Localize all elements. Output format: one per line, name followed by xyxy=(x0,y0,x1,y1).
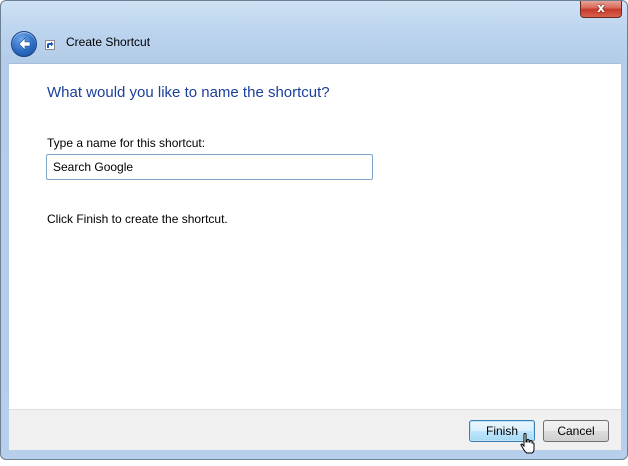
close-icon: x xyxy=(597,1,605,15)
shortcut-name-input[interactable] xyxy=(46,154,373,180)
finish-button[interactable]: Finish xyxy=(469,420,535,442)
window-title: Create Shortcut xyxy=(66,35,151,49)
create-shortcut-window: x Create Shortcut What would you like to… xyxy=(0,0,628,460)
back-button[interactable] xyxy=(11,31,37,57)
cancel-button[interactable]: Cancel xyxy=(543,420,609,442)
wizard-header: Create Shortcut xyxy=(9,29,619,59)
button-bar: Finish Cancel xyxy=(9,409,621,450)
back-arrow-icon xyxy=(18,37,31,51)
shortcut-arrow-icon xyxy=(45,40,55,50)
wizard-content: What would you like to name the shortcut… xyxy=(9,63,621,410)
shortcut-name-label: Type a name for this shortcut: xyxy=(47,136,206,150)
finish-instruction-text: Click Finish to create the shortcut. xyxy=(47,212,228,226)
page-heading: What would you like to name the shortcut… xyxy=(47,84,330,101)
close-button[interactable]: x xyxy=(580,1,622,18)
